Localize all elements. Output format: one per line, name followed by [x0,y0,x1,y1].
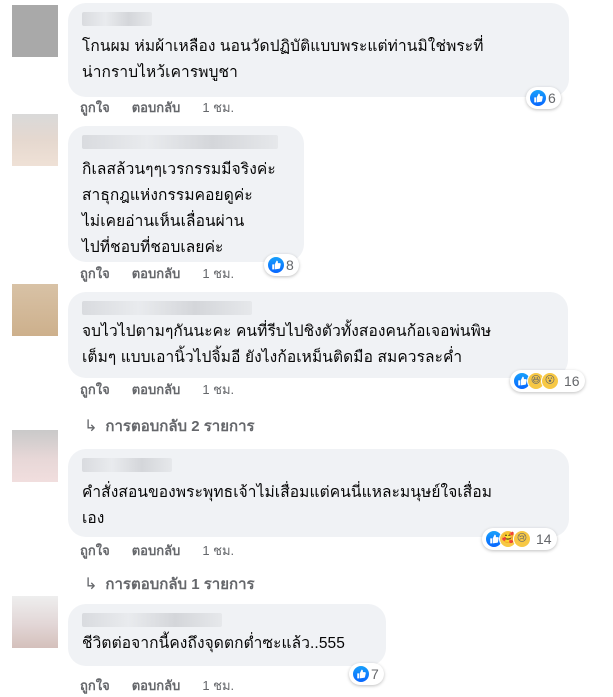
reaction-summary[interactable]: 6 [526,87,561,109]
timestamp[interactable]: 1 ชม. [202,675,234,696]
reaction-count: 8 [286,257,294,273]
comment-actions: ถูกใจ ตอบกลับ 1 ชม. [80,381,234,397]
commenter-name-blurred[interactable] [82,613,222,627]
reaction-count: 16 [564,373,580,389]
comment-bubble: กิเลสล้วนๆๆเวรกรรมมีจริงค่ะ สาธุกฎแห่งกร… [68,126,304,262]
comment-bubble: ชีวิตต่อจากนี้คงถึงจุดตกต่ำซะแล้ว..555 [68,604,386,666]
reaction-summary[interactable]: 7 [349,663,384,685]
commenter-avatar[interactable] [12,5,58,57]
comment-text: ชีวิตต่อจากนี้คงถึงจุดตกต่ำซะแล้ว..555 [82,635,345,652]
reply-button[interactable]: ตอบกลับ [132,540,181,561]
reaction-summary[interactable]: 🥰 😢 14 [482,528,557,550]
commenter-name-blurred[interactable] [82,458,172,472]
wow-icon: 😮 [541,372,559,390]
view-replies-link[interactable]: ↳ การตอบกลับ 2 รายการ [84,414,255,438]
like-button[interactable]: ถูกใจ [80,675,110,696]
reaction-count: 7 [371,666,379,682]
replies-count-label: การตอบกลับ 2 รายการ [105,418,255,435]
commenter-name-blurred[interactable] [82,135,278,149]
like-icon [267,256,285,274]
comment-bubble: คำสั่งสอนของพระพุทธเจ้าไม่เสื่อมแต่คนนี่… [68,449,569,537]
timestamp[interactable]: 1 ชม. [202,263,234,284]
commenter-avatar[interactable] [12,114,58,166]
replies-count-label: การตอบกลับ 1 รายการ [105,576,255,593]
comment-text: จบไวไปตามๆกันนะคะ คนที่รีบไปชิงตัวทั้งสอ… [82,323,492,366]
like-button[interactable]: ถูกใจ [80,263,110,284]
comment-actions: ถูกใจ ตอบกลับ 1 ชม. [80,265,234,281]
view-replies-link[interactable]: ↳ การตอบกลับ 1 รายการ [84,572,255,596]
reply-button[interactable]: ตอบกลับ [132,97,181,118]
reaction-count: 14 [536,531,552,547]
commenter-avatar[interactable] [12,284,58,336]
commenter-avatar[interactable] [12,430,58,482]
timestamp[interactable]: 1 ชม. [202,540,234,561]
reply-arrow-icon: ↳ [84,418,98,435]
comment-text: โกนผม ห่มผ้าเหลือง นอนวัดปฏิบัติแบบพระแต… [82,38,484,81]
comment-actions: ถูกใจ ตอบกลับ 1 ชม. [80,542,234,558]
sad-icon: 😢 [513,530,531,548]
reply-button[interactable]: ตอบกลับ [132,263,181,284]
comment-actions: ถูกใจ ตอบกลับ 1 ชม. [80,99,234,115]
reply-button[interactable]: ตอบกลับ [132,379,181,400]
commenter-name-blurred[interactable] [82,12,152,26]
reaction-count: 6 [548,90,556,106]
reply-button[interactable]: ตอบกลับ [132,675,181,696]
timestamp[interactable]: 1 ชม. [202,97,234,118]
timestamp[interactable]: 1 ชม. [202,379,234,400]
like-icon [352,665,370,683]
comment-bubble: จบไวไปตามๆกันนะคะ คนที่รีบไปชิงตัวทั้งสอ… [68,292,568,378]
comment-text: คำสั่งสอนของพระพุทธเจ้าไม่เสื่อมแต่คนนี่… [82,484,493,527]
like-icon [529,89,547,107]
comment-bubble: โกนผม ห่มผ้าเหลือง นอนวัดปฏิบัติแบบพระแต… [68,3,569,97]
commenter-avatar[interactable] [12,596,58,648]
reply-arrow-icon: ↳ [84,576,98,593]
commenter-name-blurred[interactable] [82,301,252,315]
like-button[interactable]: ถูกใจ [80,540,110,561]
like-button[interactable]: ถูกใจ [80,97,110,118]
reaction-summary[interactable]: 😆 😮 16 [510,370,585,392]
like-button[interactable]: ถูกใจ [80,379,110,400]
reaction-summary[interactable]: 8 [264,254,299,276]
comment-actions: ถูกใจ ตอบกลับ 1 ชม. [80,677,234,693]
comment-text: กิเลสล้วนๆๆเวรกรรมมีจริงค่ะ สาธุกฎแห่งกร… [82,161,276,256]
